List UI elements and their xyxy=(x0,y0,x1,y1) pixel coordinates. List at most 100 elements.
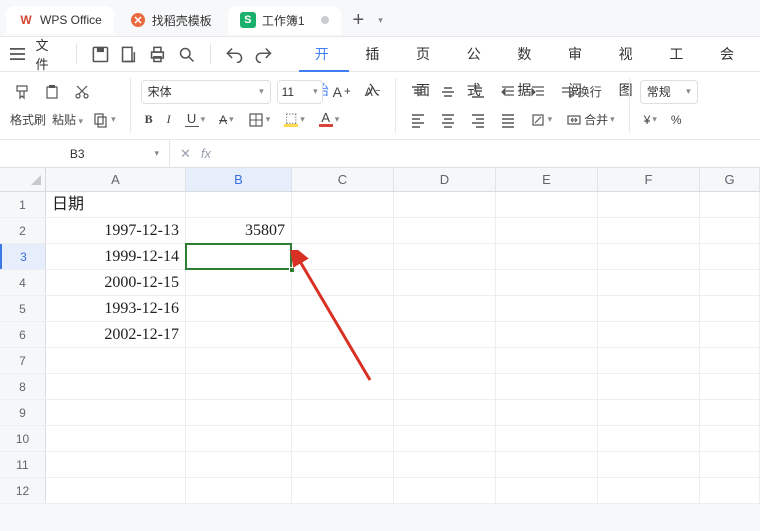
number-format-select[interactable]: 常规▾ xyxy=(640,80,698,104)
col-header-C[interactable]: C xyxy=(292,168,394,191)
copy-icon[interactable]: ▾ xyxy=(89,108,120,132)
cell-D6[interactable] xyxy=(394,322,496,347)
col-header-E[interactable]: E xyxy=(496,168,598,191)
cell-F3[interactable] xyxy=(598,244,700,269)
tab-tools[interactable]: 工具 xyxy=(653,36,704,72)
menu-hamburger-icon[interactable] xyxy=(10,47,25,61)
tab-start[interactable]: 开始 xyxy=(299,36,350,72)
cell-G1[interactable] xyxy=(700,192,760,217)
align-middle-icon[interactable] xyxy=(436,80,460,104)
row-header-11[interactable]: 11 xyxy=(0,452,46,477)
col-header-A[interactable]: A xyxy=(46,168,186,191)
cell-D4[interactable] xyxy=(394,270,496,295)
app-tab-wps[interactable]: W WPS Office xyxy=(6,6,114,34)
cell-C6[interactable] xyxy=(292,322,394,347)
italic-button[interactable]: I xyxy=(163,108,175,132)
cell-E6[interactable] xyxy=(496,322,598,347)
cell-C12[interactable] xyxy=(292,478,394,503)
select-all-corner[interactable] xyxy=(0,168,46,191)
col-header-G[interactable]: G xyxy=(700,168,760,191)
cell-G4[interactable] xyxy=(700,270,760,295)
cut-icon[interactable] xyxy=(70,80,94,104)
cell-F1[interactable] xyxy=(598,192,700,217)
tab-data[interactable]: 数据 xyxy=(501,36,552,72)
paste-label[interactable]: 粘贴 ▾ xyxy=(52,111,83,128)
cell-B6[interactable] xyxy=(186,322,292,347)
cell-E3[interactable] xyxy=(496,244,598,269)
strikethrough-button[interactable]: A▾ xyxy=(215,108,238,132)
print-icon[interactable] xyxy=(148,43,167,65)
align-right-icon[interactable] xyxy=(466,108,490,132)
font-color-button[interactable]: A▾ xyxy=(315,108,344,132)
cell-F5[interactable] xyxy=(598,296,700,321)
tab-overflow-caret[interactable]: ▾ xyxy=(378,15,383,26)
name-box[interactable]: B3 ▾ xyxy=(0,140,170,168)
cell-E1[interactable] xyxy=(496,192,598,217)
cell-E12[interactable] xyxy=(496,478,598,503)
cell-D11[interactable] xyxy=(394,452,496,477)
cell-F9[interactable] xyxy=(598,400,700,425)
justify-icon[interactable] xyxy=(496,108,520,132)
row-header-9[interactable]: 9 xyxy=(0,400,46,425)
merge-cells-button[interactable]: 合并▾ xyxy=(562,108,619,132)
cell-D7[interactable] xyxy=(394,348,496,373)
orientation-icon[interactable]: ▾ xyxy=(526,108,557,132)
cell-G8[interactable] xyxy=(700,374,760,399)
cell-B12[interactable] xyxy=(186,478,292,503)
cell-C2[interactable] xyxy=(292,218,394,243)
tab-workbook[interactable]: S 工作簿1 xyxy=(228,6,341,35)
cell-F7[interactable] xyxy=(598,348,700,373)
fx-icon[interactable]: fx xyxy=(201,146,211,161)
col-header-F[interactable]: F xyxy=(598,168,700,191)
tab-more[interactable]: 会 xyxy=(704,36,750,72)
cell-G5[interactable] xyxy=(700,296,760,321)
cell-F10[interactable] xyxy=(598,426,700,451)
align-center-icon[interactable] xyxy=(436,108,460,132)
cell-C7[interactable] xyxy=(292,348,394,373)
format-brush-label[interactable]: 格式刷 xyxy=(10,111,46,128)
cell-A4[interactable]: 2000-12-15 xyxy=(46,270,186,295)
cell-G7[interactable] xyxy=(700,348,760,373)
undo-icon[interactable] xyxy=(225,43,244,65)
cell-A9[interactable] xyxy=(46,400,186,425)
format-brush-icon[interactable] xyxy=(10,80,34,104)
row-header-2[interactable]: 2 xyxy=(0,218,46,243)
cell-E2[interactable] xyxy=(496,218,598,243)
align-top-icon[interactable] xyxy=(406,80,430,104)
file-menu[interactable]: 文件 xyxy=(35,35,57,73)
cell-A5[interactable]: 1993-12-16 xyxy=(46,296,186,321)
new-tab-button[interactable]: + xyxy=(345,9,373,32)
cell-A8[interactable] xyxy=(46,374,186,399)
cell-G12[interactable] xyxy=(700,478,760,503)
cell-B8[interactable] xyxy=(186,374,292,399)
cell-C11[interactable] xyxy=(292,452,394,477)
preview-icon[interactable] xyxy=(177,43,196,65)
row-header-12[interactable]: 12 xyxy=(0,478,46,503)
cell-G2[interactable] xyxy=(700,218,760,243)
cell-F6[interactable] xyxy=(598,322,700,347)
tab-insert[interactable]: 插入 xyxy=(349,36,400,72)
cell-A12[interactable] xyxy=(46,478,186,503)
row-header-6[interactable]: 6 xyxy=(0,322,46,347)
cell-B5[interactable] xyxy=(186,296,292,321)
cell-E7[interactable] xyxy=(496,348,598,373)
cell-D10[interactable] xyxy=(394,426,496,451)
tab-view[interactable]: 视图 xyxy=(603,36,654,72)
wrap-text-button[interactable]: 换行 xyxy=(556,80,606,104)
tab-close-dot[interactable] xyxy=(321,16,329,24)
cell-B4[interactable] xyxy=(186,270,292,295)
cell-A6[interactable]: 2002-12-17 xyxy=(46,322,186,347)
align-left-icon[interactable] xyxy=(406,108,430,132)
cell-G10[interactable] xyxy=(700,426,760,451)
align-bottom-icon[interactable] xyxy=(466,80,490,104)
redo-icon[interactable] xyxy=(254,43,273,65)
cell-E4[interactable] xyxy=(496,270,598,295)
increase-indent-icon[interactable] xyxy=(526,80,550,104)
cell-A11[interactable] xyxy=(46,452,186,477)
cell-C4[interactable] xyxy=(292,270,394,295)
row-header-7[interactable]: 7 xyxy=(0,348,46,373)
cell-G3[interactable] xyxy=(700,244,760,269)
cell-F2[interactable] xyxy=(598,218,700,243)
cell-B7[interactable] xyxy=(186,348,292,373)
cell-D5[interactable] xyxy=(394,296,496,321)
